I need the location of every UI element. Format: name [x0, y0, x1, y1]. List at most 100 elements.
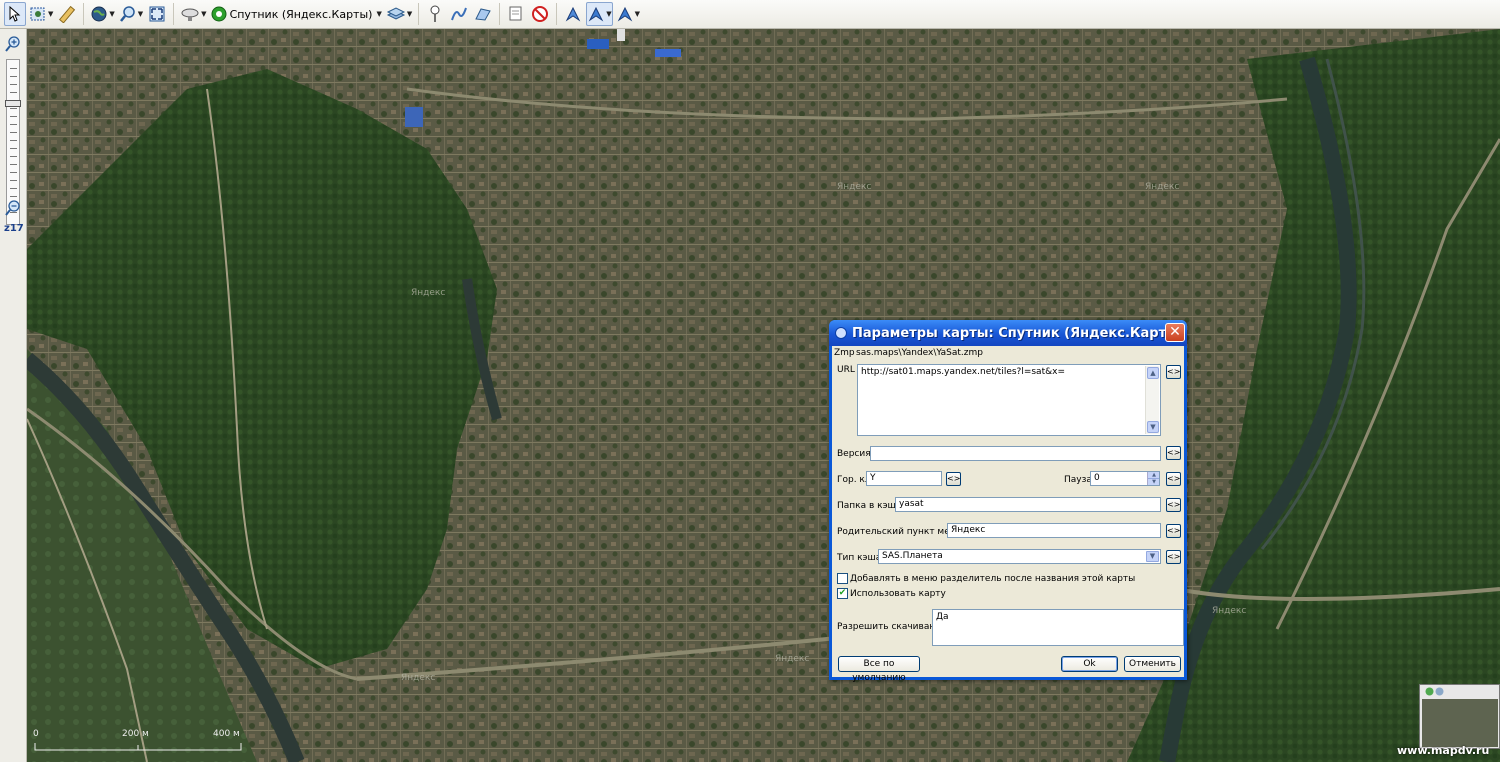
hide-marks-button[interactable]	[529, 2, 551, 26]
path-button[interactable]	[448, 2, 470, 26]
zoom-slider-thumb[interactable]	[5, 100, 21, 107]
separator-checkbox[interactable]	[837, 573, 848, 584]
globe-icon	[91, 6, 107, 22]
zoom-button[interactable]: ▼	[118, 2, 144, 26]
spin-up-icon[interactable]: ▲	[1148, 472, 1159, 479]
dialog-app-icon	[835, 327, 847, 339]
chevron-down-icon[interactable]: ▼	[1146, 551, 1159, 562]
use-map-checkbox[interactable]: ✔	[837, 588, 848, 599]
map-watermark-label: Яндекс	[837, 182, 872, 192]
cache-type-value: SAS.Планета	[882, 551, 943, 561]
scroll-up-icon[interactable]: ▲	[1147, 367, 1159, 379]
cache-type-label: Тип кэша	[837, 553, 882, 563]
dropdown-arrow-icon: ▼	[606, 10, 612, 18]
minimap-view[interactable]	[1422, 699, 1498, 747]
dropdown-arrow-icon: ▼	[109, 10, 115, 18]
scroll-down-icon[interactable]: ▼	[1147, 421, 1159, 433]
cache-folder-label: Папка в кэше	[837, 501, 902, 511]
forbidden-icon	[532, 6, 549, 22]
cache-folder-input[interactable]: yasat	[895, 497, 1161, 512]
url-label: URL	[837, 365, 855, 375]
scale-end-label: 400 м	[213, 729, 240, 739]
map-view[interactable]: Яндекс Яндекс Яндекс Яндекс Яндекс Яндек…	[27, 29, 1500, 762]
gps-satellite-icon	[565, 6, 581, 22]
polygon-icon	[475, 8, 491, 21]
allow-download-field[interactable]: Да	[932, 609, 1184, 646]
ok-button[interactable]: Ok	[1061, 656, 1118, 672]
scale-zero-label: 0	[33, 729, 39, 739]
map-type-selector[interactable]: Спутник (Яндекс.Карты) ▼	[210, 2, 383, 26]
minimap-zoom-out-icon[interactable]	[1435, 687, 1444, 696]
dialog-titlebar[interactable]: Параметры карты: Спутник (Яндекс.Карты) …	[829, 320, 1187, 346]
version-reset-button[interactable]: <>	[1166, 446, 1181, 460]
minimap[interactable]	[1419, 684, 1500, 749]
map-watermark-label: Яндекс	[1212, 606, 1247, 616]
use-map-checkbox-label: Использовать карту	[850, 589, 946, 599]
satellite-source-button[interactable]: ▼	[179, 2, 207, 26]
marks-settings-button[interactable]	[505, 2, 527, 26]
version-input[interactable]	[870, 446, 1161, 461]
url-textarea[interactable]: http://sat01.maps.yandex.net/tiles?l=sat…	[857, 364, 1161, 436]
layers-icon	[386, 7, 405, 20]
scale-bar: 0 200 м 400 м	[33, 729, 243, 757]
ruler-button[interactable]	[56, 2, 78, 26]
scale-mid-label: 200 м	[122, 729, 149, 739]
layers-button[interactable]: ▼	[385, 2, 413, 26]
select-tool-button[interactable]	[4, 2, 26, 26]
map-watermark-label: Яндекс	[775, 654, 810, 664]
dropdown-arrow-icon: ▼	[137, 10, 144, 18]
parent-menu-input[interactable]: Яндекс	[947, 523, 1161, 538]
zmp-label: Zmp	[834, 348, 855, 358]
minimap-zoom-in-icon[interactable]	[1425, 687, 1434, 696]
cache-type-reset-button[interactable]: <>	[1166, 550, 1181, 564]
map-source-logo-icon	[211, 6, 227, 22]
dropdown-arrow-icon: ▼	[406, 10, 413, 18]
main-toolbar: ▼ ▼ ▼ ▼ Спутник (Яндекс.Карты) ▼ ▼ ▼ ▼	[0, 0, 1500, 29]
cache-folder-reset-button[interactable]: <>	[1166, 498, 1181, 512]
map-settings-dialog: Параметры карты: Спутник (Яндекс.Карты) …	[829, 320, 1187, 683]
polygon-button[interactable]	[472, 2, 494, 26]
spin-down-icon[interactable]: ▼	[1148, 479, 1159, 485]
gps-track-icon	[588, 6, 604, 22]
zoom-in-icon[interactable]	[5, 36, 21, 52]
hotkey-input[interactable]: Y	[866, 471, 942, 486]
map-watermark-label: Яндекс	[411, 288, 446, 298]
dropdown-arrow-icon: ▼	[201, 10, 207, 18]
satellite-imagery	[27, 29, 1500, 762]
zoom-out-icon[interactable]	[5, 200, 21, 216]
toolbar-separator	[83, 3, 85, 25]
pause-value: 0	[1094, 473, 1100, 483]
cancel-button[interactable]: Отменить	[1124, 656, 1181, 672]
pause-spinner[interactable]: ▲ ▼	[1147, 472, 1159, 485]
satellite-dish-icon	[181, 8, 199, 21]
cursor-icon	[9, 6, 21, 22]
close-button[interactable]: ✕	[1165, 323, 1185, 342]
dialog-title: Параметры карты: Спутник (Яндекс.Карты)	[852, 325, 1184, 341]
separator-checkbox-label: Добавлять в меню разделитель после назва…	[850, 574, 1136, 584]
gps-track-button[interactable]: ▼	[586, 2, 613, 26]
fullscreen-button[interactable]	[146, 2, 168, 26]
gps-button[interactable]	[562, 2, 584, 26]
path-icon	[451, 7, 468, 21]
pause-input[interactable]: 0 ▲ ▼	[1090, 471, 1160, 486]
url-value: http://sat01.maps.yandex.net/tiles?l=sat…	[861, 367, 1065, 377]
toolbar-separator	[499, 3, 501, 25]
parent-menu-reset-button[interactable]: <>	[1166, 524, 1181, 538]
reset-defaults-button[interactable]: Все по умолчанию	[838, 656, 920, 683]
pause-reset-button[interactable]: <>	[1166, 472, 1181, 486]
placemark-button[interactable]	[424, 2, 446, 26]
magnifier-icon	[119, 6, 135, 22]
ruler-icon	[59, 5, 76, 23]
dropdown-arrow-icon: ▼	[376, 10, 382, 18]
map-watermark-label: Яндекс	[1145, 182, 1180, 192]
cache-type-select[interactable]: SAS.Планета ▼	[878, 549, 1161, 564]
gps-center-button[interactable]: ▼	[615, 2, 641, 26]
globe-button[interactable]: ▼	[89, 2, 115, 26]
current-map-label: Спутник (Яндекс.Карты)	[229, 7, 373, 21]
version-label: Версия	[837, 449, 871, 459]
url-reset-button[interactable]: <>	[1166, 365, 1181, 379]
zoom-level-label: z17	[4, 223, 24, 234]
area-select-button[interactable]: ▼	[28, 2, 54, 26]
hotkey-reset-button[interactable]: <>	[946, 472, 961, 486]
url-scrollbar[interactable]: ▲ ▼	[1145, 366, 1159, 434]
